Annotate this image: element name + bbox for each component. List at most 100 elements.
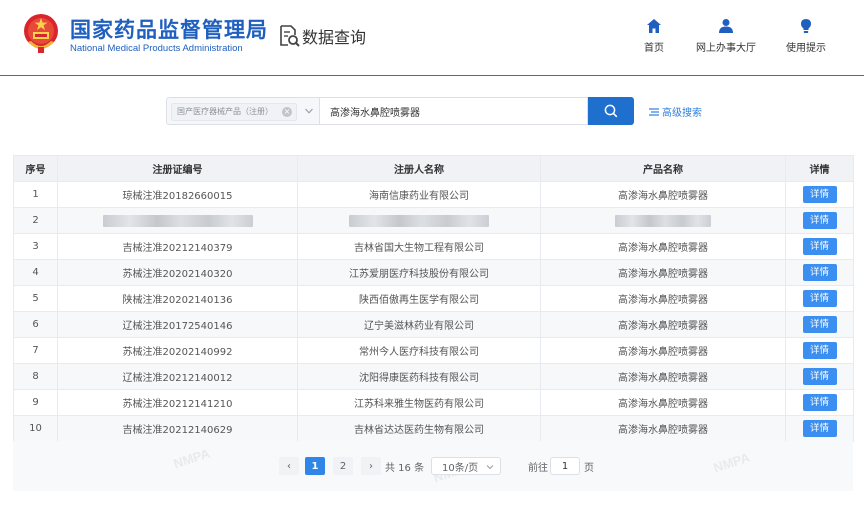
page-size-select[interactable]: 10条/页 [431, 457, 501, 475]
row-product: 高渗海水鼻腔喷雾器 [540, 233, 786, 260]
row-registrant: 辽宁美滋林药业有限公司 [297, 311, 541, 338]
goto-label: 前往 [528, 462, 548, 474]
table-row: 1 琼械注准20182660015 海南信康药业有限公司 高渗海水鼻腔喷雾器 详情 [13, 181, 854, 208]
user-icon [719, 19, 733, 33]
row-detail-cell: 详情 [785, 337, 854, 364]
row-registrant: 吉林省达达医药生物有限公司 [297, 415, 541, 442]
table-row: 8 辽械注准20212140012 沈阳得康医药科技有限公司 高渗海水鼻腔喷雾器 详情 [13, 363, 854, 390]
search-icon [604, 104, 618, 118]
row-detail-cell: 详情 [785, 181, 854, 208]
page-unit-label: 页 [584, 462, 594, 474]
document-search-icon [280, 25, 300, 47]
prev-page-button[interactable]: ‹ [279, 457, 299, 475]
row-product: 高渗海水鼻腔喷雾器 [540, 363, 786, 390]
column-registrant: 注册人名称 [297, 155, 541, 182]
row-cert-number: 苏械注准20202140320 [57, 259, 298, 286]
row-product [540, 207, 786, 234]
table-row: 10 吉械注准20212140629 吉林省达达医药生物有限公司 高渗海水鼻腔喷雾器详… [13, 415, 854, 442]
nav-usage-tips[interactable]: 使用提示 [786, 18, 826, 54]
detail-button[interactable]: 详情 [802, 342, 837, 359]
table-row: 9 苏械注准20212141210 江苏科来雅生物医药有限公司 高渗海水鼻腔喷雾器 详情 [13, 389, 854, 416]
redacted-text [102, 214, 253, 227]
chevron-down-icon [305, 108, 313, 114]
row-cert-number [57, 207, 298, 234]
detail-button[interactable]: 详情 [802, 238, 837, 255]
chevron-down-icon [486, 465, 494, 470]
detail-button[interactable]: 详情 [802, 368, 837, 385]
watermark: NMPA [711, 449, 752, 476]
column-cert-number[interactable]: 注册证编号 [57, 155, 298, 182]
nav-home-label: 首页 [644, 43, 664, 54]
row-index: 6 [13, 311, 58, 338]
nav-online-hall[interactable]: 网上办事大厅 [696, 18, 756, 54]
table-row: 6 辽械注准20172540146 辽宁美滋林药业有限公司 高渗海水鼻腔喷雾器 详情 [13, 311, 854, 338]
row-cert-number: 吉械注准20212140379 [57, 233, 298, 260]
nav-home[interactable]: 首页 [644, 18, 664, 54]
row-cert-number: 陕械注准20202140136 [57, 285, 298, 312]
section-title: 数据查询 [302, 28, 367, 47]
row-index: 1 [13, 181, 58, 208]
results-table: 序号 注册证编号 注册人名称 产品名称 详情 1 琼械注准20182660015 海… [13, 155, 854, 442]
row-product: 高渗海水鼻腔喷雾器 [540, 285, 786, 312]
detail-button[interactable]: 详情 [802, 186, 837, 203]
row-detail-cell: 详情 [785, 233, 854, 260]
row-cert-number: 吉械注准20212140629 [57, 415, 298, 442]
goto-page-input[interactable]: 1 [550, 457, 580, 475]
search-button[interactable] [588, 97, 634, 125]
home-icon [647, 19, 661, 33]
data-query-section: 数据查询 [278, 23, 366, 49]
redacted-text [349, 214, 489, 227]
filter-icon [649, 107, 659, 116]
row-detail-cell: 详情 [785, 311, 854, 338]
row-cert-number: 辽械注准20212140012 [57, 363, 298, 390]
row-detail-cell: 详情 [785, 389, 854, 416]
column-detail: 详情 [785, 155, 854, 182]
row-product: 高渗海水鼻腔喷雾器 [540, 337, 786, 364]
page-2-button[interactable]: 2 [333, 457, 353, 475]
site-header: 国家药品监督管理局 National Medical Products Admi… [0, 0, 864, 76]
row-product: 高渗海水鼻腔喷雾器 [540, 389, 786, 416]
row-registrant: 江苏爱朋医疗科技股份有限公司 [297, 259, 541, 286]
detail-button[interactable]: 详情 [802, 394, 837, 411]
national-emblem-icon [24, 14, 58, 53]
row-registrant: 沈阳得康医药科技有限公司 [297, 363, 541, 390]
page-size-label: 10条/页 [442, 462, 479, 474]
next-page-button[interactable]: › [361, 457, 381, 475]
detail-button[interactable]: 详情 [802, 212, 837, 229]
row-detail-cell: 详情 [785, 207, 854, 234]
row-cert-number: 琼械注准20182660015 [57, 181, 298, 208]
table-row: 2 详情 [13, 207, 854, 234]
detail-button[interactable]: 详情 [802, 264, 837, 281]
row-detail-cell: 详情 [785, 259, 854, 286]
advanced-search-link[interactable]: 高级搜索 [649, 104, 702, 119]
table-row: 7 苏械注准20202140992 常州今人医疗科技有限公司 高渗海水鼻腔喷雾器 详情 [13, 337, 854, 364]
keyword-input[interactable] [319, 97, 588, 125]
site-title: 国家药品监督管理局 [70, 18, 268, 42]
advanced-search-label: 高级搜索 [662, 108, 702, 119]
row-index: 9 [13, 389, 58, 416]
site-subtitle: National Medical Products Administration [70, 43, 243, 54]
detail-button[interactable]: 详情 [802, 290, 837, 307]
row-product: 高渗海水鼻腔喷雾器 [540, 415, 786, 442]
row-index: 8 [13, 363, 58, 390]
row-index: 2 [13, 207, 58, 234]
table-row: 4 苏械注准20202140320 江苏爱朋医疗科技股份有限公司 高渗海水鼻腔喷雾器详… [13, 259, 854, 286]
row-index: 4 [13, 259, 58, 286]
lightbulb-icon [801, 19, 811, 33]
table-row: 3 吉械注准20212140379 吉林省国大生物工程有限公司 高渗海水鼻腔喷雾器 详情 [13, 233, 854, 260]
row-index: 10 [13, 415, 58, 442]
category-tag: 国产医疗器械产品（注册） × [171, 103, 297, 121]
clear-category-icon[interactable]: × [282, 107, 292, 117]
row-detail-cell: 详情 [785, 415, 854, 442]
category-select[interactable]: 国产医疗器械产品（注册） × [166, 97, 319, 125]
detail-button[interactable]: 详情 [802, 316, 837, 333]
row-detail-cell: 详情 [785, 363, 854, 390]
row-registrant: 海南信康药业有限公司 [297, 181, 541, 208]
row-product: 高渗海水鼻腔喷雾器 [540, 181, 786, 208]
total-count: 共 16 条 [385, 462, 425, 474]
row-cert-number: 苏械注准20212141210 [57, 389, 298, 416]
page-1-button[interactable]: 1 [305, 457, 325, 475]
column-index: 序号 [13, 155, 58, 182]
detail-button[interactable]: 详情 [802, 420, 837, 437]
row-index: 5 [13, 285, 58, 312]
